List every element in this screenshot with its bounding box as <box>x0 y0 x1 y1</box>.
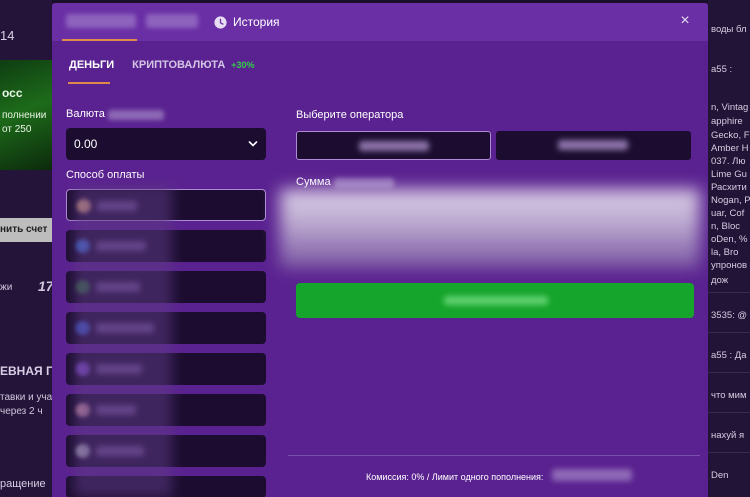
chat-line: дож <box>711 275 729 286</box>
chat-line: Nogan, Р <box>711 195 750 206</box>
bg-promo-banner: осс полнении от 250 <box>0 60 52 170</box>
amount-input[interactable] <box>296 193 698 243</box>
background-chat-panel: воды бл a55 : n, Vintag apphire Gecko, F… <box>708 0 750 497</box>
bg-logo: 17 <box>38 278 52 294</box>
top-tab-withdraw[interactable] <box>146 14 198 28</box>
chat-line: n, Bloc <box>711 221 741 232</box>
background-left-panel: 14 осс полнении от 250 нить счет жи 17 Е… <box>0 0 52 497</box>
bg-number: 14 <box>0 28 15 43</box>
footer-divider <box>288 455 700 456</box>
bg-text-line2: через 2 ч <box>0 406 43 417</box>
chat-line: Den <box>711 470 729 481</box>
chat-divider <box>708 452 750 453</box>
clock-icon <box>214 15 227 29</box>
tab-crypto[interactable]: КРИПТОВАЛЮТА +30% <box>132 59 254 75</box>
currency-value: 0.00 <box>74 137 98 151</box>
operator-name-blurred <box>359 141 429 151</box>
bg-promo-line1: полнении <box>2 110 47 121</box>
history-button[interactable]: История <box>214 13 280 31</box>
chat-line: нахуй я <box>711 430 745 441</box>
chat-line: la, Bro <box>711 247 739 258</box>
operator-label: Выберите оператора <box>296 109 404 121</box>
chat-line: Расхити <box>711 182 747 193</box>
chat-divider <box>708 332 750 333</box>
modal-top-bar: История × <box>52 3 708 41</box>
amount-label: Сумма <box>296 176 331 188</box>
payment-method-label: Способ оплаты <box>66 169 145 181</box>
bg-text-line1: тавки и уча <box>0 392 52 403</box>
payment-methods-blur-overlay <box>74 185 172 497</box>
chat-divider <box>708 292 750 293</box>
chat-line: что мим <box>711 390 747 401</box>
chat-line: 037. Лю <box>711 156 746 167</box>
bg-small-text: жи <box>0 282 13 293</box>
chat-line: apphire <box>711 116 743 127</box>
deposit-submit-button[interactable] <box>296 283 694 318</box>
deposit-modal: История × ДЕНЬГИ КРИПТОВАЛЮТА +30% Валюта… <box>52 3 708 497</box>
currency-label: Валюта <box>66 108 105 120</box>
commission-limit-text: Комиссия: 0% / Лимит одного пополнения: <box>366 472 544 482</box>
currency-select[interactable]: 0.00 <box>66 128 266 160</box>
operator-option[interactable] <box>496 131 691 160</box>
chat-line: Amber H <box>711 143 749 154</box>
submit-label-blurred <box>444 296 548 305</box>
tab-crypto-label: КРИПТОВАЛЮТА <box>132 59 226 71</box>
currency-hint-blurred <box>108 110 164 120</box>
crypto-bonus-badge: +30% <box>231 60 255 70</box>
chat-line: a55 : Да <box>711 350 747 361</box>
payment-type-tabs: ДЕНЬГИ КРИПТОВАЛЮТА +30% <box>69 59 255 75</box>
chat-divider <box>708 372 750 373</box>
chevron-down-icon <box>248 141 258 147</box>
top-tab-deposit[interactable] <box>66 14 136 28</box>
tab-active-indicator <box>68 82 110 84</box>
chat-line: Gecko, F <box>711 130 750 141</box>
tab-money[interactable]: ДЕНЬГИ <box>69 59 114 75</box>
operator-option[interactable] <box>296 131 491 160</box>
chat-line: упронов <box>711 260 748 271</box>
chat-line: a55 : <box>711 64 733 75</box>
bg-bottom-text: ращение <box>0 478 46 490</box>
limit-value-blurred <box>552 469 632 481</box>
tab-money-label: ДЕНЬГИ <box>69 59 115 71</box>
top-tab-active-indicator <box>62 39 137 41</box>
close-icon[interactable]: × <box>676 12 694 30</box>
chat-line: n, Vintag <box>711 102 749 113</box>
chat-line: oDen, % <box>711 234 748 245</box>
bg-heading: ЕВНАЯ ГО <box>0 364 52 378</box>
bg-promo-title: осс <box>2 86 23 100</box>
history-label: История <box>233 15 280 29</box>
amount-hint-blurred <box>334 178 394 188</box>
chat-line: воды бл <box>711 24 747 35</box>
chat-line: uar, Cof <box>711 208 745 219</box>
operator-name-blurred <box>558 140 628 150</box>
chat-line: 3535: @ <box>711 310 748 321</box>
chat-line: Lime Gu <box>711 169 747 180</box>
bg-deposit-button: нить счет <box>0 218 52 242</box>
chat-divider <box>708 412 750 413</box>
bg-promo-line2: от 250 <box>2 124 32 135</box>
